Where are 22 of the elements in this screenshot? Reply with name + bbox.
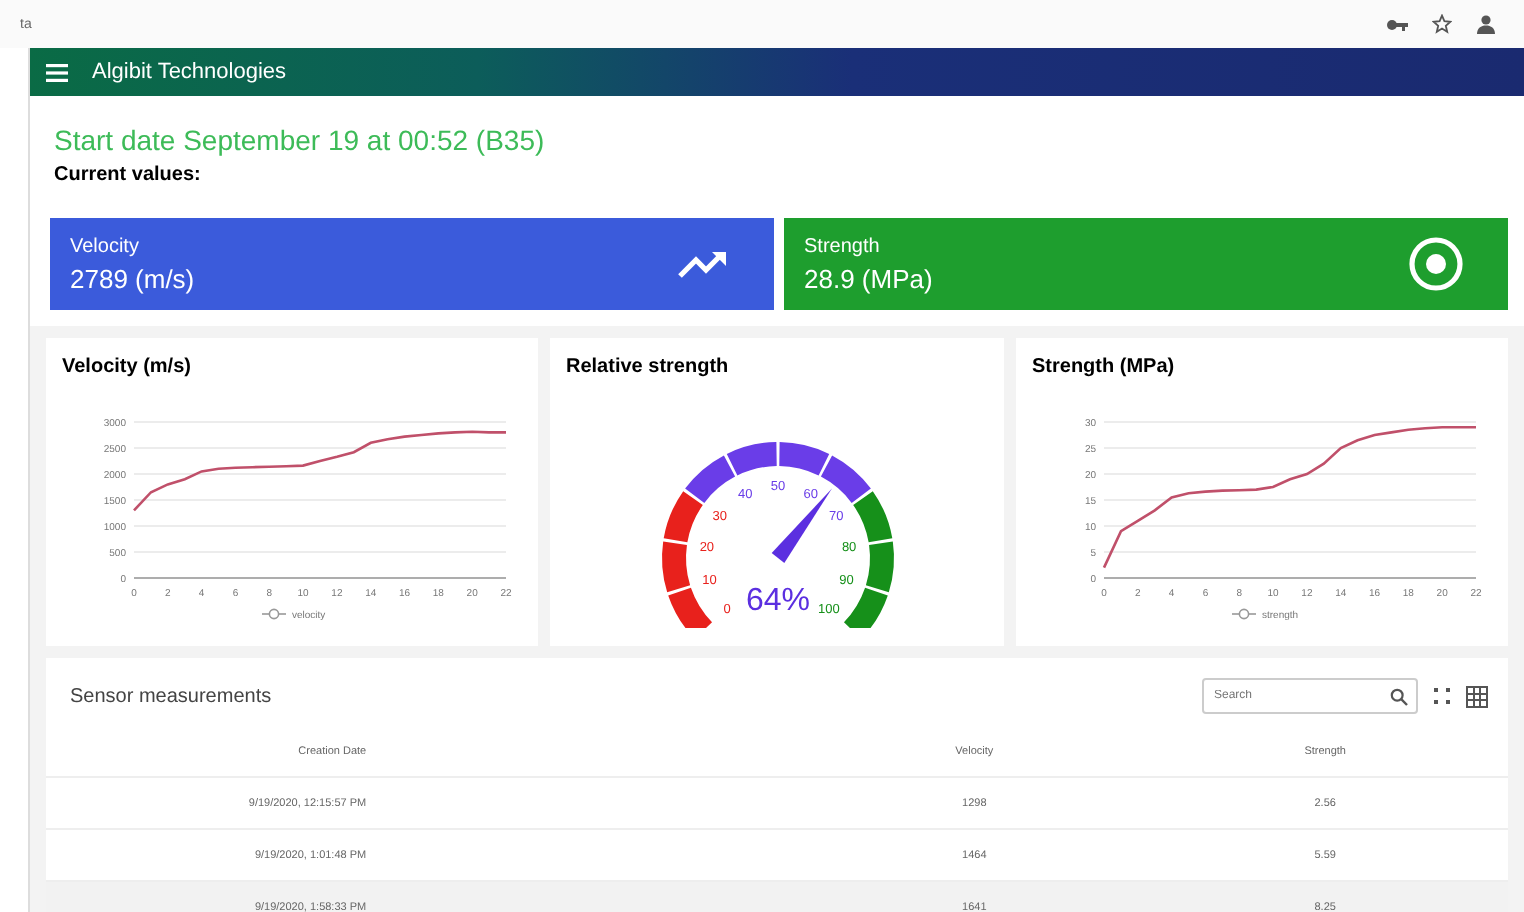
target-icon bbox=[1408, 236, 1464, 292]
gauge-reading: 64% bbox=[744, 584, 810, 618]
app-title: Algibit Technologies bbox=[92, 60, 287, 84]
card-label: Strength bbox=[804, 235, 882, 257]
chart-title: Velocity (m/s) bbox=[62, 356, 191, 378]
star-icon[interactable] bbox=[1432, 14, 1452, 34]
fullscreen-icon[interactable] bbox=[1434, 688, 1450, 704]
chart-title: Relative strength bbox=[566, 356, 729, 378]
trend-up-icon bbox=[678, 248, 730, 280]
card-label: Velocity bbox=[70, 235, 141, 257]
card-value: 28.9 (MPa) bbox=[804, 263, 933, 293]
section-label: Current values: bbox=[54, 164, 203, 186]
gauge-needle bbox=[770, 488, 831, 563]
table-title: Sensor measurements bbox=[70, 685, 272, 707]
start-date: Start date September 19 at 00:52 (B35) bbox=[54, 124, 547, 156]
user-icon[interactable] bbox=[1476, 14, 1496, 34]
menu-icon[interactable] bbox=[46, 63, 68, 81]
search-icon[interactable] bbox=[1390, 687, 1408, 705]
key-icon[interactable] bbox=[1386, 17, 1408, 31]
grid-icon[interactable] bbox=[1466, 685, 1488, 707]
chart-title: Strength (MPa) bbox=[1032, 356, 1175, 378]
card-value: 2789 (m/s) bbox=[70, 263, 195, 293]
